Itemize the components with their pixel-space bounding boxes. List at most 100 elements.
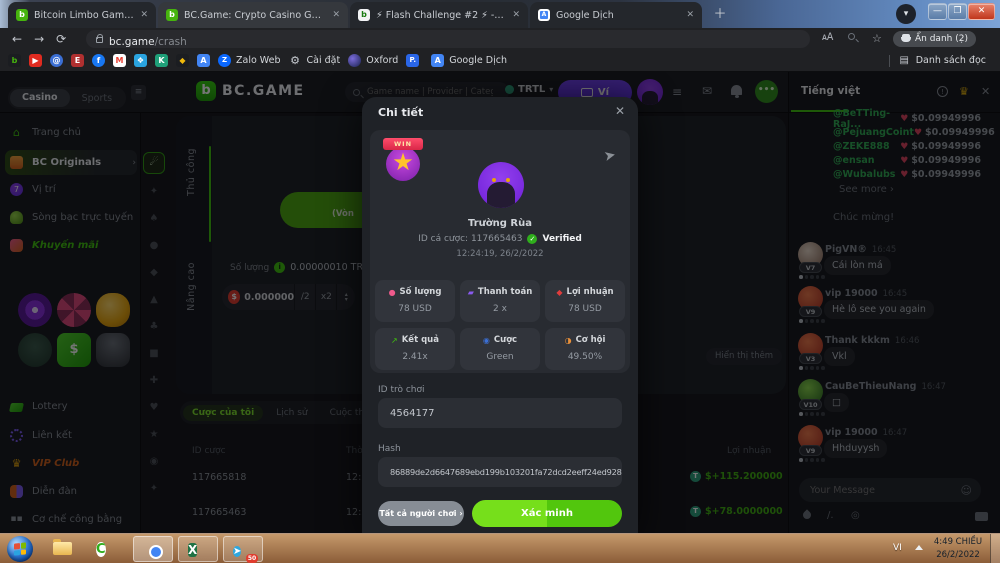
url-field[interactable]: bc.game/crash (86, 30, 810, 48)
tray-hidden-icons[interactable] (915, 545, 923, 550)
back-icon[interactable]: ← (12, 32, 22, 46)
stat-chance: ◑Cơ hội 49.50% (545, 328, 625, 370)
hash-label: Hash (378, 444, 401, 454)
game-id-field[interactable]: 4564177 (378, 398, 622, 428)
bookmark-translate-label[interactable]: Google Dịch (449, 55, 507, 66)
bookmark-facebook-icon[interactable]: f (92, 54, 105, 67)
clock-date: 26/2/2022 (928, 549, 988, 562)
tab-flash-challenge[interactable]: b ⚡ Flash Challenge #2 ⚡ - Flash Ch ✕ (350, 2, 528, 28)
telegram-badge: 50 (246, 554, 258, 563)
chrome-taskbar-button[interactable] (133, 536, 173, 562)
tab-close-icon[interactable]: ✕ (686, 10, 694, 20)
menu-dots-icon[interactable]: ⋮ (956, 32, 967, 45)
stat-result: ↗Kết quả 2.41x (375, 328, 455, 370)
bet-id: ID cá cược: 117665463 (418, 234, 522, 244)
player-name: Trường Rùa (370, 218, 630, 229)
tab-google-translate[interactable]: A Google Dịch ✕ (530, 2, 702, 28)
reading-list-label[interactable]: Danh sách đọc (916, 55, 986, 66)
clock-time: 4:49 CHIỀU (928, 536, 988, 549)
explorer-taskbar-icon[interactable] (52, 538, 73, 559)
tray-clock[interactable]: 4:49 CHIỀU 26/2/2022 (928, 536, 988, 562)
win-badge: ★ WIN (382, 138, 424, 182)
bookmark-settings-icon[interactable]: ⚙ (289, 54, 302, 67)
show-desktop-button[interactable] (990, 534, 1000, 563)
bookmark-at-icon[interactable]: @ (50, 54, 63, 67)
tab-strip: b Bitcoin Limbo Game - Play Limbo ✕ b BC… (0, 0, 1000, 28)
excel-taskbar-button[interactable]: X (178, 536, 218, 562)
chart-icon: ↗ (391, 336, 398, 345)
verify-button[interactable]: Xác minh (472, 500, 622, 527)
bookmark-zalo-icon[interactable]: Z (218, 54, 231, 67)
bookmark-share-icon[interactable]: ❖ (134, 54, 147, 67)
bookmark-settings-label[interactable]: Cài đặt (307, 55, 341, 66)
bookmark-star-icon[interactable]: ☆ (872, 32, 882, 45)
bookmark-translate-icon[interactable]: A (197, 54, 210, 67)
modal-title: Chi tiết (378, 106, 423, 119)
tab-close-icon[interactable]: ✕ (332, 10, 340, 20)
bookmark-p-icon[interactable]: P. (406, 54, 419, 67)
hash-field[interactable]: 86889de2d6647689ebd199b103201fa72dcd2eef… (378, 457, 622, 487)
tray-language[interactable]: VI (893, 543, 902, 553)
windows-taskbar: C X ➤50 VI 4:49 CHIỀU 26/2/2022 (0, 533, 1000, 563)
lock-icon (96, 37, 103, 43)
bookmark-oxford-icon[interactable] (348, 54, 361, 67)
game-id-label: ID trò chơi (378, 385, 425, 395)
telegram-taskbar-button[interactable]: ➤50 (223, 536, 263, 562)
window-close-button[interactable]: ✕ (968, 3, 995, 20)
player-avatar[interactable] (478, 162, 524, 208)
chip-icon: ◉ (483, 336, 490, 345)
coccoc-taskbar-icon[interactable]: C (96, 538, 117, 559)
translate-page-icon[interactable]: 🗚 (822, 32, 833, 43)
person-icon: ◆ (556, 288, 562, 297)
stat-payout: ▰Thanh toán 2 x (460, 280, 540, 322)
address-bar: ← → ⟳ bc.game/crash 🗚 ☆ Ẩn danh (2) ⋮ (0, 28, 1000, 50)
tab-bcgame[interactable]: b BC.Game: Crypto Casino Games ✕ (158, 2, 348, 28)
zoom-lens-icon[interactable] (848, 32, 855, 43)
bookmark-binance-icon[interactable]: ◆ (176, 54, 189, 67)
screen: b Bitcoin Limbo Game - Play Limbo ✕ b BC… (0, 0, 1000, 563)
window-minimize-button[interactable]: — (928, 3, 947, 20)
bookmarks-separator (889, 55, 890, 67)
verified-check-icon: ✓ (527, 234, 537, 244)
translate-favicon: A (538, 9, 550, 21)
bookmark-zalo-label[interactable]: Zalo Web (236, 55, 281, 66)
url-path: /crash (155, 36, 187, 48)
tab-limbo[interactable]: b Bitcoin Limbo Game - Play Limbo ✕ (8, 2, 156, 28)
tab-close-icon[interactable]: ✕ (140, 10, 148, 20)
modal-close-icon[interactable]: ✕ (615, 104, 625, 118)
bookmark-book-icon[interactable]: E (71, 54, 84, 67)
pie-icon: ◑ (565, 336, 572, 345)
tab-search-chevron-icon[interactable]: ▾ (896, 4, 916, 24)
browser-chrome: b Bitcoin Limbo Game - Play Limbo ✕ b BC… (0, 0, 1000, 72)
windows-flag-icon (14, 542, 26, 555)
bet-id-row: ID cá cược: 117665463 ✓ Verified (370, 234, 630, 244)
tab-title: BC.Game: Crypto Casino Games (184, 10, 326, 21)
all-players-button[interactable]: Tất cả người chơi › (378, 501, 464, 526)
stat-profit: ◆Lợi nhuận 78 USD (545, 280, 625, 322)
new-tab-button[interactable]: ＋ (710, 5, 730, 25)
bet-timestamp: 12:24:19, 26/2/2022 (370, 249, 630, 259)
coins-icon: ● (389, 288, 396, 297)
bookmarks-bar: b ▶ @ E f M ❖ K ◆ A Z Zalo Web ⚙ Cài đặt… (0, 50, 1000, 72)
tab-title: ⚡ Flash Challenge #2 ⚡ - Flash Ch (376, 10, 506, 21)
start-button[interactable] (7, 536, 33, 562)
bcgame-favicon: b (16, 9, 28, 21)
bookmark-bcgame-icon[interactable]: b (8, 54, 21, 67)
bookmark-k-icon[interactable]: K (155, 54, 168, 67)
window-maximize-button[interactable]: ❐ (948, 3, 967, 20)
bookmark-gmail-icon[interactable]: M (113, 54, 126, 67)
forward-icon[interactable]: → (34, 32, 44, 46)
share-icon[interactable]: ➤ (603, 147, 618, 165)
bookmark-oxford-label[interactable]: Oxford (366, 55, 398, 66)
reload-icon[interactable]: ⟳ (56, 32, 66, 46)
flash-favicon: b (358, 9, 370, 21)
stat-amount: ●Số lượng 78 USD (375, 280, 455, 322)
tab-close-icon[interactable]: ✕ (512, 10, 520, 20)
card-icon: ▰ (468, 288, 474, 297)
win-star-icon: ★ (382, 148, 424, 176)
bookmark-youtube-icon[interactable]: ▶ (29, 54, 42, 67)
bookmark-gtranslate-icon[interactable]: A (431, 54, 444, 67)
reading-list-icon[interactable]: ▤ (898, 54, 911, 67)
incognito-icon (901, 37, 911, 42)
bcgame-site: b BC.GAME ≡ TRTL ▾ Ví ≡ ✉ ••• (0, 72, 1000, 533)
